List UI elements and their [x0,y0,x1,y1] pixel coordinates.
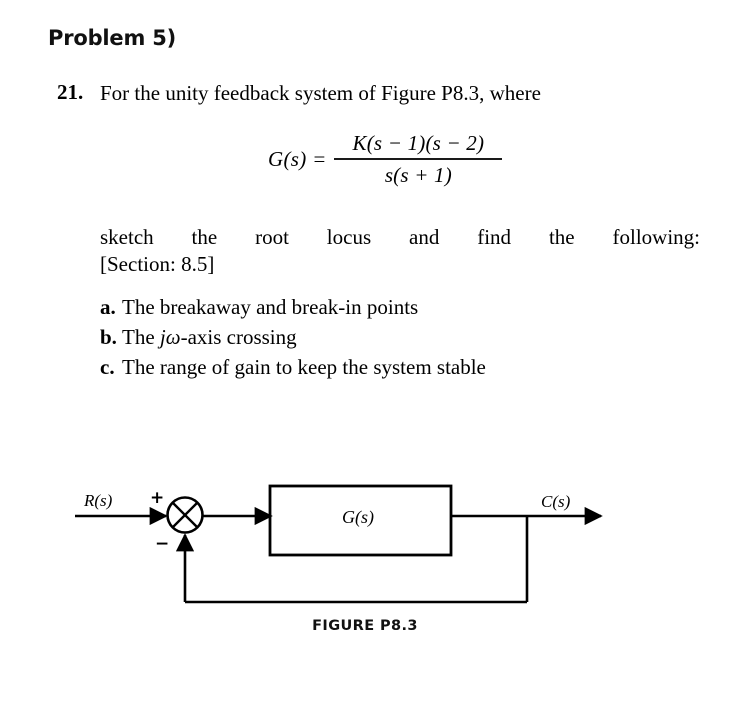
equation-left-side: G(s) [268,147,307,171]
document-page: Problem 5) 21. For the unity feedback sy… [0,0,730,714]
fraction: K(s − 1)(s − 2) s(s + 1) [334,131,503,188]
page-title: Problem 5) [48,26,177,50]
summing-junction-plus-sign: + [150,488,165,508]
fraction-numerator: K(s − 1)(s − 2) [352,131,485,155]
list-item-marker: c. [100,355,115,379]
list-item-italic-symbol: jω [159,325,181,349]
list-item: c. The range of gain to keep the system s… [100,352,700,382]
list-item-marker: b. [100,325,117,349]
list-item-label: The breakaway and break-in points [122,295,419,319]
instruction-paragraph: sketch the root locus and find the follo… [100,224,700,278]
list-item-label: The range of gain to keep the system sta… [122,355,486,379]
summing-junction-minus-sign: − [155,534,170,554]
section-reference: [Section: 8.5] [100,252,215,276]
problem-statement-text: For the unity feedback system of Figure … [100,81,541,105]
sub-question-list: a. The breakaway and break-in points b. Th… [100,292,700,382]
summing-junction [166,496,204,534]
instruction-line: sketch the root locus and find the follo… [100,225,700,249]
output-signal-label: C(s) [541,492,571,511]
summing-junction-cross-2 [172,502,198,528]
list-item-label: The [122,325,160,349]
problem-number: 21. [57,80,84,104]
list-item-marker: a. [100,295,116,319]
list-item: a. The breakaway and break-in points [100,292,700,322]
equals-sign: = [313,147,326,171]
input-signal-label: R(s) [84,491,113,510]
list-item: b. The jω-axis crossing [100,322,700,352]
transfer-function-equation: G(s) = K(s − 1)(s − 2) s(s + 1) [268,131,503,188]
transfer-function-block-label: G(s) [342,507,374,527]
fraction-denominator: s(s + 1) [384,163,452,187]
summing-junction-cross-1 [172,502,198,528]
figure-caption: FIGURE P8.3 [312,618,418,634]
list-item-label-suffix: -axis crossing [180,325,297,349]
